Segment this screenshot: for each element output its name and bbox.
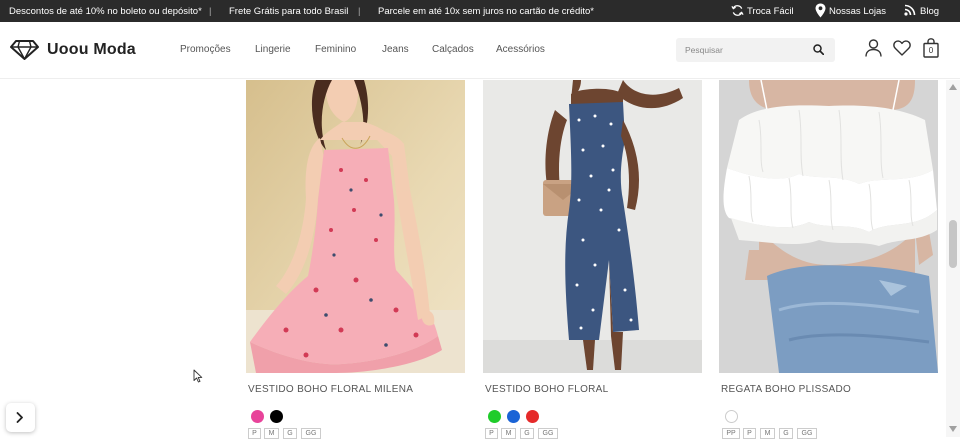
product-image[interactable] (719, 80, 938, 373)
color-swatch-black[interactable] (270, 410, 283, 423)
promo-separator: | (209, 6, 212, 17)
user-account-icon[interactable] (865, 39, 882, 57)
chevron-right-icon (16, 412, 23, 423)
brand-logo-text[interactable]: Uoou Moda (47, 41, 136, 59)
troca-facil-link[interactable]: Troca Fácil (747, 6, 794, 17)
size-option-m[interactable]: M (501, 428, 516, 439)
product-image[interactable] (246, 80, 465, 373)
color-swatch-white[interactable] (725, 410, 738, 423)
promo-boleto-discount: Descontos de até 10% no boleto ou depósi… (9, 6, 202, 17)
page-scrollbar[interactable] (946, 80, 960, 437)
nav-item-acessorios[interactable]: Acessórios (496, 44, 545, 55)
refresh-icon (731, 5, 744, 16)
size-option-g[interactable]: G (520, 428, 534, 439)
expand-side-panel-button[interactable] (6, 403, 35, 432)
search-box (676, 38, 835, 62)
rss-icon (904, 4, 916, 16)
mouse-pointer-icon (193, 369, 203, 383)
size-option-m[interactable]: M (264, 428, 279, 439)
blue-floral-dress-photo (483, 80, 702, 373)
size-option-gg[interactable]: GG (301, 428, 321, 439)
product-name[interactable]: VESTIDO BOHO FLORAL (485, 384, 609, 395)
size-option-g[interactable]: G (283, 428, 297, 439)
color-swatch-red[interactable] (526, 410, 539, 423)
size-option-pp[interactable]: PP (722, 428, 740, 439)
promo-free-shipping: Frete Grátis para todo Brasil (229, 6, 349, 17)
size-option-p[interactable]: P (248, 428, 261, 439)
shopping-bag-button[interactable]: 0 (923, 38, 939, 58)
color-swatch-green[interactable] (488, 410, 501, 423)
size-option-p[interactable]: P (485, 428, 498, 439)
color-swatch-blue[interactable] (507, 410, 520, 423)
size-option-p[interactable]: P (743, 428, 756, 439)
cart-count-badge: 0 (928, 46, 934, 55)
color-swatch-pink[interactable] (251, 410, 264, 423)
promo-installments: Parcele em até 10x sem juros no cartão d… (378, 6, 594, 17)
product-name[interactable]: REGATA BOHO PLISSADO (721, 384, 851, 395)
top-announcement-bar: Descontos de até 10% no boleto ou depósi… (0, 0, 960, 22)
scrollbar-thumb[interactable] (949, 220, 957, 268)
blog-link[interactable]: Blog (920, 6, 939, 17)
white-ruffle-top-photo (719, 80, 938, 373)
nossas-lojas-link[interactable]: Nossas Lojas (829, 6, 886, 17)
promo-separator: | (358, 6, 361, 17)
pink-floral-dress-photo (246, 80, 465, 373)
diamond-logo-icon[interactable] (10, 40, 39, 60)
size-option-gg[interactable]: GG (538, 428, 558, 439)
heart-wishlist-icon[interactable] (893, 40, 911, 56)
size-option-gg[interactable]: GG (797, 428, 817, 439)
nav-item-calcados[interactable]: Calçados (432, 44, 474, 55)
site-header: Uoou Moda Promoções Lingerie Feminino Je… (0, 22, 960, 79)
product-name[interactable]: VESTIDO BOHO FLORAL MILENA (248, 384, 413, 395)
search-input[interactable] (676, 38, 806, 62)
product-image[interactable] (483, 80, 702, 373)
search-icon[interactable] (813, 44, 824, 55)
size-option-m[interactable]: M (760, 428, 775, 439)
scroll-down-icon[interactable] (949, 426, 957, 432)
nav-item-lingerie[interactable]: Lingerie (255, 44, 291, 55)
nav-item-promocoes[interactable]: Promoções (180, 44, 231, 55)
nav-item-jeans[interactable]: Jeans (382, 44, 409, 55)
map-pin-icon (815, 3, 826, 18)
size-option-g[interactable]: G (779, 428, 793, 439)
scroll-up-icon[interactable] (949, 84, 957, 90)
nav-item-feminino[interactable]: Feminino (315, 44, 356, 55)
